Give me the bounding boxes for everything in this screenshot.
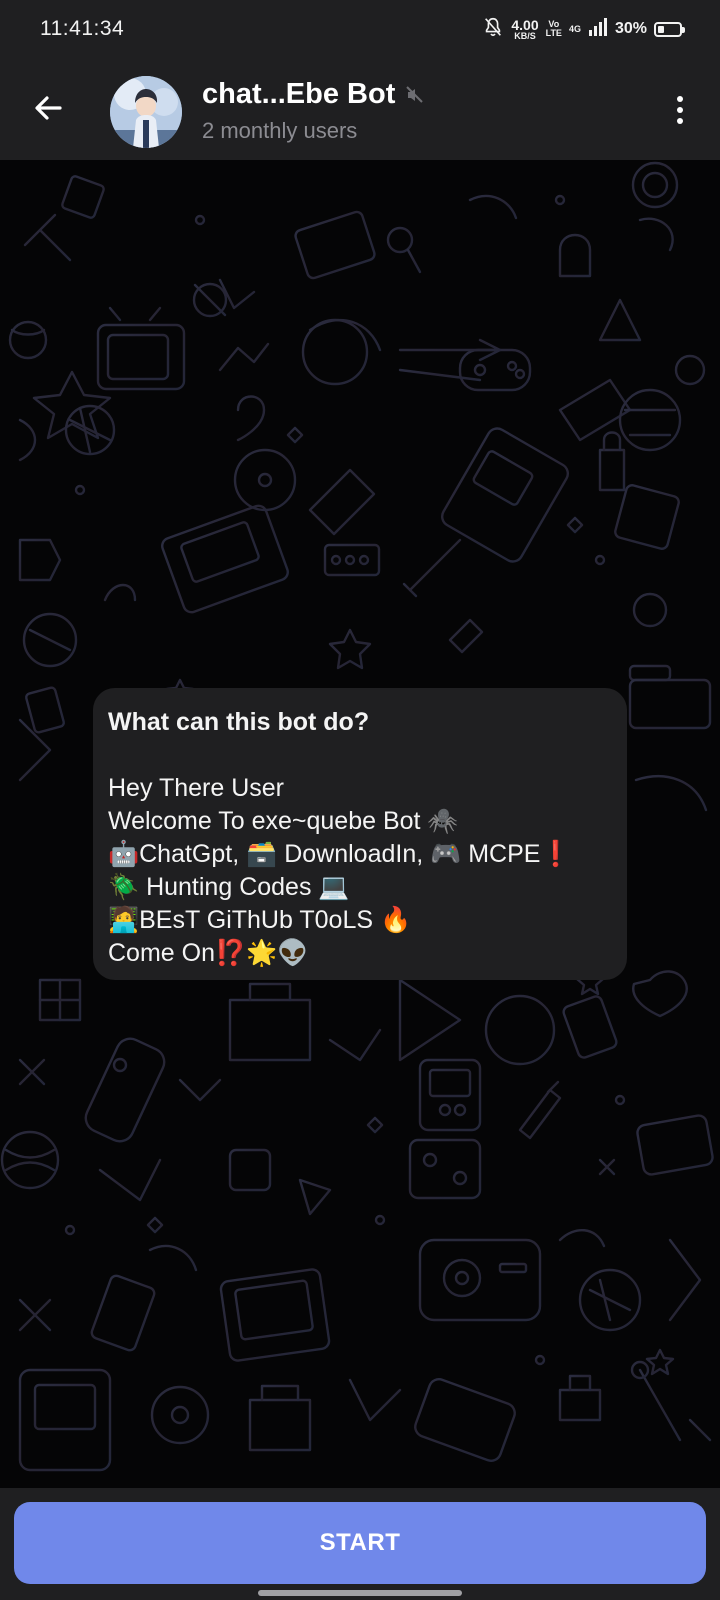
- home-indicator[interactable]: [258, 1590, 462, 1596]
- bot-description-line: 🪲 Hunting Codes 💻: [108, 873, 350, 901]
- battery-icon: [654, 21, 685, 37]
- network-type-label: 4G: [568, 23, 581, 34]
- network-speed: 4.00 KB/S: [511, 18, 538, 41]
- telegram-bot-chat-screen: 11:41:34 4.00 KB/S Vo LTE 4G 30% chat...…: [0, 0, 720, 1600]
- bot-description-line: 🧑‍💻BEsT GiThUb T0oLS 🔥: [108, 906, 412, 934]
- battery-percent: 30%: [614, 20, 647, 37]
- mute-notifications-icon: [482, 16, 504, 42]
- network-type-indicator: 4G: [568, 23, 581, 34]
- start-button[interactable]: START: [14, 1502, 706, 1584]
- bot-description-heading: What can this bot do?: [108, 708, 370, 736]
- volte-indicator: Vo LTE: [546, 20, 562, 38]
- bot-description-line: Welcome To exe~quebe Bot 🕷️: [108, 807, 459, 835]
- more-vert-icon-dot: [677, 118, 683, 124]
- back-arrow-icon: [35, 96, 62, 120]
- chat-subtitle: 2 monthly users: [202, 118, 358, 143]
- network-speed-value: 4.00: [511, 16, 539, 33]
- back-button[interactable]: [28, 88, 68, 128]
- chat-title[interactable]: chat...Ebe Bot: [202, 78, 425, 111]
- more-options-button[interactable]: [668, 90, 692, 130]
- status-time: 11:41:34: [40, 17, 125, 40]
- bot-description-line: Hey There User: [108, 774, 284, 802]
- bottom-action-bar: START: [0, 1488, 720, 1600]
- bot-avatar[interactable]: [110, 76, 182, 148]
- avatar-image: [110, 76, 182, 148]
- network-speed-unit: KB/S: [514, 30, 536, 41]
- bot-description-card: What can this bot do? Hey There User Wel…: [93, 688, 627, 980]
- bot-description-line: 🤖ChatGpt, 🗃️ DownloadIn, 🎮 MCPE❗: [108, 840, 572, 868]
- bot-description-line: Come On⁉️🌟👽: [108, 939, 309, 967]
- more-vert-icon-dot: [677, 107, 683, 113]
- more-vert-icon-dot: [677, 96, 683, 102]
- signal-strength-icon: [588, 18, 608, 40]
- status-bar: 11:41:34 4.00 KB/S Vo LTE 4G 30%: [0, 0, 720, 58]
- chat-header: chat...Ebe Bot 2 monthly users: [0, 58, 720, 160]
- battery-level-fill: [658, 25, 664, 33]
- chat-title-text: chat...Ebe Bot: [202, 78, 396, 110]
- status-icons: 4.00 KB/S Vo LTE 4G 30%: [482, 16, 685, 42]
- volte-bottom: LTE: [545, 28, 562, 38]
- muted-speaker-icon: [406, 85, 424, 103]
